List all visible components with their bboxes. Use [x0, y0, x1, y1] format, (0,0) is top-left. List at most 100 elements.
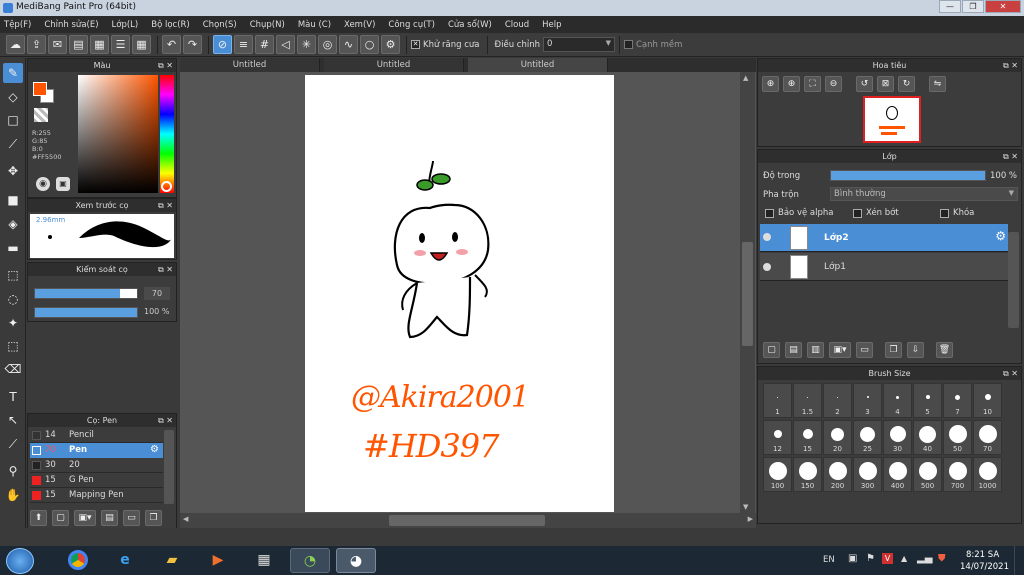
clock-time[interactable]: 8:21 SA	[966, 550, 999, 560]
brush-size-slot[interactable]: 3	[853, 383, 882, 418]
menu-filter[interactable]: Bộ lọc(R)	[151, 20, 190, 30]
flag-icon[interactable]: ⚑	[866, 553, 875, 564]
eyedropper-tool-icon[interactable]: ⚲	[3, 461, 23, 481]
visibility-icon[interactable]	[763, 233, 771, 241]
paint-taskbar-icon[interactable]: ◕	[336, 548, 376, 573]
parallel-snap-icon[interactable]: ≡	[234, 35, 253, 54]
list-icon[interactable]: ☰	[111, 35, 130, 54]
text-tool-icon[interactable]: T	[3, 387, 23, 407]
adjust-select[interactable]: 0 ▼	[542, 37, 615, 52]
tab-untitled-3[interactable]: Untitled	[468, 58, 608, 72]
brush-size-slot[interactable]: 2	[823, 383, 852, 418]
brush-size-slot[interactable]: 15	[793, 420, 822, 455]
perspective-snap-icon[interactable]: ◁	[276, 35, 295, 54]
saturation-value-picker[interactable]	[78, 75, 158, 193]
menu-help[interactable]: Help	[542, 20, 561, 30]
soft-edge-checkbox[interactable]	[623, 40, 633, 49]
comment-icon[interactable]: ✉	[48, 35, 67, 54]
menu-file[interactable]: Tệp(F)	[4, 20, 31, 30]
brush-folder-icon[interactable]: ▭	[123, 510, 140, 526]
ie-taskbar-icon[interactable]: e	[105, 548, 145, 573]
tab-untitled-2[interactable]: Untitled	[324, 58, 464, 72]
panel-close-icon[interactable]: ⧉ ✕	[158, 263, 173, 276]
chrome-taskbar-icon[interactable]	[58, 548, 98, 573]
foreground-color-swatch[interactable]	[33, 82, 47, 96]
maximize-button[interactable]: ❐	[962, 0, 984, 13]
panel-close-icon[interactable]: ⧉ ✕	[1003, 367, 1018, 380]
menu-cloud[interactable]: Cloud	[505, 20, 529, 30]
brush-size-slot[interactable]: 5	[913, 383, 942, 418]
brush-tool-icon[interactable]: ✎	[3, 63, 23, 83]
redo-icon[interactable]: ↷	[183, 35, 202, 54]
canvas-vertical-scrollbar[interactable]: ▲ ▼	[740, 72, 755, 513]
brush-size-slot[interactable]: 200	[823, 457, 852, 492]
lock-checkbox[interactable]	[940, 209, 949, 218]
gear-icon[interactable]: ⚙	[150, 444, 159, 455]
clip-checkbox[interactable]	[853, 209, 862, 218]
tab-untitled-1[interactable]: Untitled	[180, 58, 320, 72]
brush-size-slot[interactable]: 300	[853, 457, 882, 492]
brush-opacity-slider[interactable]	[34, 307, 138, 318]
bucket-tool-icon[interactable]: ◈	[3, 214, 23, 234]
brush-add-icon[interactable]: ⬆	[30, 510, 47, 526]
brush-size-slot[interactable]: 1	[763, 383, 792, 418]
grid-snap-icon[interactable]: #	[255, 35, 274, 54]
brush-new-icon[interactable]: ▢	[52, 510, 69, 526]
operation-tool-icon[interactable]: ↖	[3, 410, 23, 430]
brush-size-slot[interactable]: 500	[913, 457, 942, 492]
lasso-tool-icon[interactable]: ◌	[3, 289, 23, 309]
brush-size-slot[interactable]: 1.5	[793, 383, 822, 418]
document-icon[interactable]: ▤	[69, 35, 88, 54]
menu-view[interactable]: Xem(V)	[344, 20, 375, 30]
rect-tool-icon[interactable]: □	[3, 110, 23, 130]
new-1bit-layer-icon[interactable]: ▥	[807, 342, 824, 358]
settings-icon[interactable]: ⚙	[381, 35, 400, 54]
panel-close-icon[interactable]: ⧉ ✕	[158, 59, 173, 72]
list-item[interactable]: 14 Pencil	[30, 428, 163, 443]
layer-row[interactable]: Lớp1	[760, 253, 1008, 281]
brush-size-slot[interactable]: 25	[853, 420, 882, 455]
brush-size-slot[interactable]: 1000	[973, 457, 1002, 492]
scroll-left-icon[interactable]: ◀	[183, 515, 188, 523]
layer-opacity-slider[interactable]	[830, 170, 986, 181]
divide-tool-icon[interactable]: ⟋	[3, 434, 23, 454]
gear-icon[interactable]: ⚙	[995, 229, 1006, 243]
menu-layer[interactable]: Lớp(L)	[112, 20, 139, 30]
brush-doc-icon[interactable]: ▤	[101, 510, 118, 526]
clock-date[interactable]: 14/07/2021	[960, 562, 1009, 572]
brush-size-slot[interactable]: 70	[973, 420, 1002, 455]
menu-snap[interactable]: Chụp(N)	[250, 20, 285, 30]
merge-layer-icon[interactable]: ⇩	[907, 342, 924, 358]
flip-icon[interactable]: ⇋	[929, 76, 946, 92]
delete-layer-icon[interactable]: 🗑	[936, 342, 953, 358]
list-item[interactable]: 70 Pen ⚙	[30, 443, 163, 458]
color-history-icon[interactable]: ▣	[56, 177, 70, 191]
hand-tool-icon[interactable]: ✋	[3, 485, 23, 505]
duplicate-layer-icon[interactable]: ❐	[885, 342, 902, 358]
show-desktop-button[interactable]	[1014, 546, 1024, 575]
app-taskbar-icon[interactable]: ▦	[244, 548, 284, 573]
brush-size-slot[interactable]: 50	[943, 420, 972, 455]
panel-close-icon[interactable]: ⧉ ✕	[158, 199, 173, 212]
zoom-in-alt-icon[interactable]: ⊕	[783, 76, 800, 92]
layer-row[interactable]: Lớp2 ⚙	[760, 224, 1008, 252]
menu-color[interactable]: Màu (C)	[298, 20, 331, 30]
brush-size-slot[interactable]: 30	[883, 420, 912, 455]
vertical-scroll-thumb[interactable]	[742, 242, 753, 346]
new-halftone-layer-icon[interactable]: ▤	[785, 342, 802, 358]
cloud-icon[interactable]: ☁	[6, 35, 25, 54]
page-icon[interactable]: ▦	[90, 35, 109, 54]
menu-select[interactable]: Chọn(S)	[203, 20, 237, 30]
medibang-taskbar-icon[interactable]: ◔	[290, 548, 330, 573]
fill-rect-tool-icon[interactable]: ■	[3, 190, 23, 210]
hue-handle-icon[interactable]	[161, 181, 172, 192]
magic-wand-tool-icon[interactable]: ✦	[3, 313, 23, 333]
network-icon[interactable]: ▂▄	[917, 553, 932, 564]
brush-size-value[interactable]: 70	[144, 287, 170, 300]
select-tool-icon[interactable]: ⬚	[3, 265, 23, 285]
folder-icon[interactable]: ▭	[856, 342, 873, 358]
transparent-color-swatch[interactable]	[34, 108, 48, 122]
panel-close-icon[interactable]: ⧉ ✕	[1003, 150, 1018, 163]
snap-off-icon[interactable]: ⊘	[213, 35, 232, 54]
minimize-button[interactable]: —	[939, 0, 961, 13]
